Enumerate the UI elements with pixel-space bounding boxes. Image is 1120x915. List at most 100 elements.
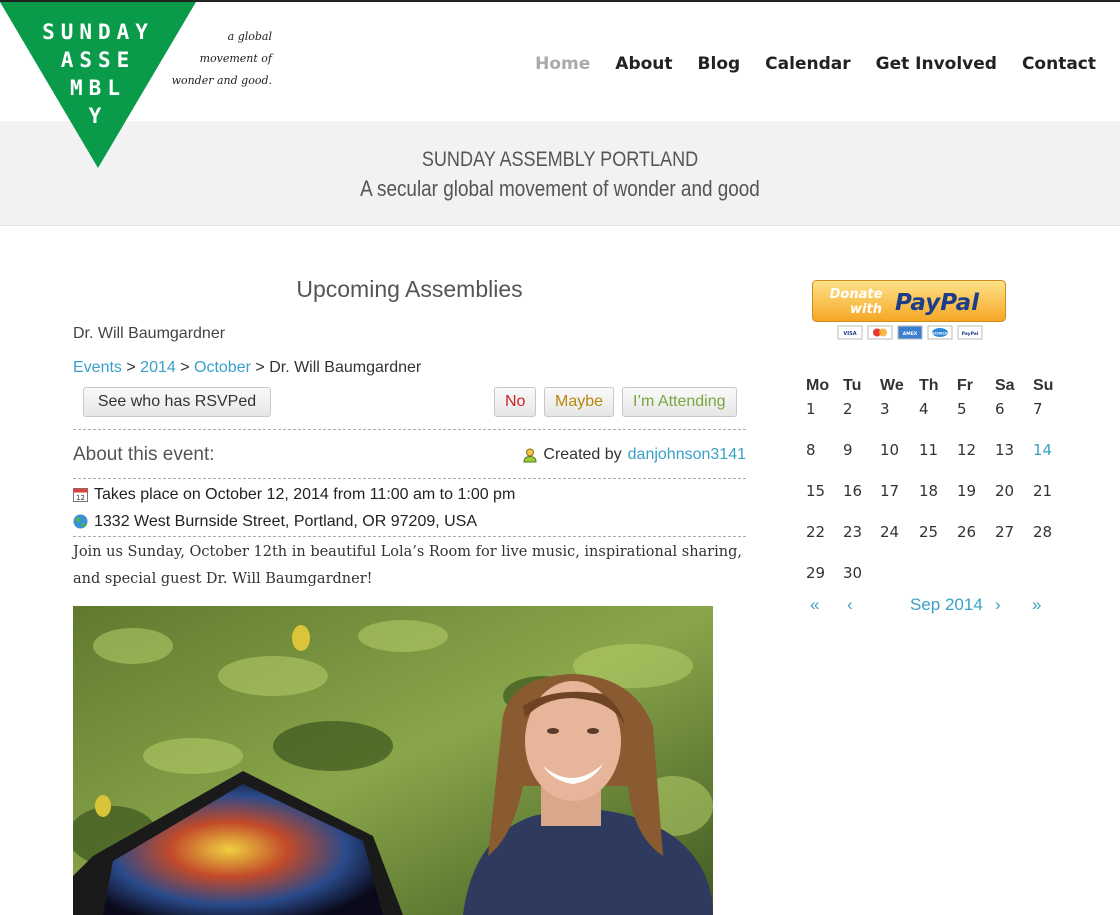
nav-home[interactable]: Home [535, 54, 590, 74]
banner-subtitle: A secular global movement of wonder and … [360, 176, 760, 201]
calendar-prev-year[interactable]: « [810, 595, 819, 615]
calendar-navigation: « ‹ Sep 2014 › » [806, 595, 1066, 619]
calendar-day[interactable]: 17 [880, 480, 919, 521]
calendar-week: 1 2 3 4 5 6 7 [806, 398, 1066, 439]
card-paypal-icon: PayPal [962, 331, 979, 337]
card-mastercard-icon: MC [879, 337, 881, 339]
calendar-day[interactable]: 13 [995, 439, 1033, 480]
breadcrumb-events[interactable]: Events [73, 359, 122, 376]
calendar-day[interactable]: 2 [843, 398, 880, 439]
logo-tagline: a global movement of wonder and good. [170, 26, 272, 92]
event-name: Dr. Will Baumgardner [73, 325, 226, 342]
calendar-day[interactable]: 23 [843, 521, 880, 562]
calendar-week: 15 16 17 18 19 20 21 [806, 480, 1066, 521]
tagline-line-3: wonder and good. [171, 74, 272, 87]
calendar-month-label[interactable]: Sep 2014 [910, 595, 983, 615]
breadcrumb-year[interactable]: 2014 [140, 359, 176, 376]
svg-text:12: 12 [76, 494, 85, 502]
calendar-week: 22 23 24 25 26 27 28 [806, 521, 1066, 562]
calendar-day[interactable]: 19 [957, 480, 995, 521]
calendar-day[interactable]: 1 [806, 398, 843, 439]
banner-title: SUNDAY ASSEMBLY PORTLAND [421, 148, 699, 171]
breadcrumb: Events > 2014 > October > Dr. Will Baumg… [73, 359, 746, 377]
rsvp-row: See who has RSVPed No Maybe I’m Attendin… [73, 387, 746, 421]
see-rsvps-button[interactable]: See who has RSVPed [83, 387, 271, 417]
weekday-fr: Fr [957, 377, 973, 394]
calendar-day[interactable]: 28 [1033, 521, 1066, 562]
breadcrumb-separator: > [126, 359, 136, 376]
event-time: 12 Takes place on October 12, 2014 from … [73, 481, 746, 508]
calendar-day[interactable]: 9 [843, 439, 880, 480]
divider [73, 478, 746, 479]
breadcrumb-separator: > [255, 359, 265, 376]
paypal-with-text: with [850, 302, 882, 317]
calendar-day[interactable]: 24 [880, 521, 919, 562]
card-echeck-icon: ECHECK [932, 332, 948, 336]
weekday-su: Su [1033, 377, 1054, 394]
nav-get-involved[interactable]: Get Involved [876, 54, 997, 74]
event-address-text: 1332 West Burnside Street, Portland, OR … [94, 512, 478, 530]
calendar-day[interactable]: 27 [995, 521, 1033, 562]
created-by-label: Created by [543, 446, 622, 463]
calendar-day[interactable]: 7 [1033, 398, 1066, 439]
card-visa-icon: VISA [843, 331, 856, 337]
globe-icon [73, 514, 88, 529]
calendar-day-today[interactable]: 14 [1033, 439, 1066, 480]
logo-line-4: Y [89, 104, 108, 128]
calendar-next-year[interactable]: » [1032, 595, 1041, 615]
event-time-text: Takes place on October 12, 2014 from 11:… [94, 485, 516, 503]
calendar-day[interactable]: 20 [995, 480, 1033, 521]
calendar-day[interactable]: 6 [995, 398, 1033, 439]
user-icon [523, 448, 537, 462]
calendar-next-month[interactable]: › [995, 595, 1001, 615]
calendar-day[interactable]: 18 [919, 480, 957, 521]
rsvp-maybe-button[interactable]: Maybe [544, 387, 615, 417]
main-content: Upcoming Assemblies Dr. Will Baumgardner… [73, 270, 746, 593]
card-amex-icon: AMEX [903, 331, 918, 337]
logo-line-3: MBL [70, 76, 126, 100]
about-title: About this event: [73, 444, 215, 465]
calendar-day[interactable]: 5 [957, 398, 995, 439]
nav-calendar[interactable]: Calendar [765, 54, 850, 74]
event-address: 1332 West Burnside Street, Portland, OR … [73, 508, 746, 535]
calendar-icon: 12 [73, 488, 88, 502]
calendar-day[interactable]: 26 [957, 521, 995, 562]
calendar-day[interactable]: 16 [843, 480, 880, 521]
events-calendar: Mo Tu We Th Fr Sa Su 1 2 3 4 5 6 7 8 9 1… [806, 374, 1066, 603]
weekday-sa: Sa [995, 377, 1015, 394]
calendar-weekdays: Mo Tu We Th Fr Sa Su [806, 374, 1066, 398]
calendar-day[interactable]: 4 [919, 398, 957, 439]
calendar-day[interactable]: 12 [957, 439, 995, 480]
event-photo [73, 606, 713, 915]
calendar-day[interactable]: 8 [806, 439, 843, 480]
logo-line-2: ASSE [61, 48, 136, 72]
nav-contact[interactable]: Contact [1022, 54, 1096, 74]
calendar-day[interactable]: 11 [919, 439, 957, 480]
calendar-day[interactable]: 25 [919, 521, 957, 562]
calendar-day[interactable]: 10 [880, 439, 919, 480]
paypal-donate-button[interactable]: Donate with PayPal VISA MC AMEX ECHECK P… [812, 280, 1006, 342]
calendar-day[interactable]: 15 [806, 480, 843, 521]
about-row: About this event: Created by danjohnson3… [73, 430, 746, 478]
site-header: SUNDAY ASSE MBL Y a global movement of w… [0, 2, 1120, 168]
creator-link[interactable]: danjohnson3141 [628, 446, 746, 464]
rsvp-no-button[interactable]: No [494, 387, 537, 417]
breadcrumb-separator: > [180, 359, 190, 376]
created-by: Created by danjohnson3141 [523, 446, 746, 464]
breadcrumb-month[interactable]: October [194, 359, 251, 376]
paypal-brand-text: PayPal [895, 290, 980, 316]
calendar-day[interactable]: 21 [1033, 480, 1066, 521]
section-title: Upcoming Assemblies [296, 276, 523, 302]
nav-blog[interactable]: Blog [698, 54, 741, 74]
calendar-day[interactable]: 22 [806, 521, 843, 562]
logo-line-1: SUNDAY [42, 20, 154, 44]
weekday-tu: Tu [843, 377, 862, 394]
nav-about[interactable]: About [615, 54, 672, 74]
calendar-week: 8 9 10 11 12 13 14 [806, 439, 1066, 480]
rsvp-attending-button[interactable]: I’m Attending [622, 387, 737, 417]
weekday-we: We [880, 377, 904, 394]
weekday-th: Th [919, 377, 939, 394]
paypal-donate-text: Donate [830, 287, 883, 302]
calendar-prev-month[interactable]: ‹ [847, 595, 853, 615]
calendar-day[interactable]: 3 [880, 398, 919, 439]
